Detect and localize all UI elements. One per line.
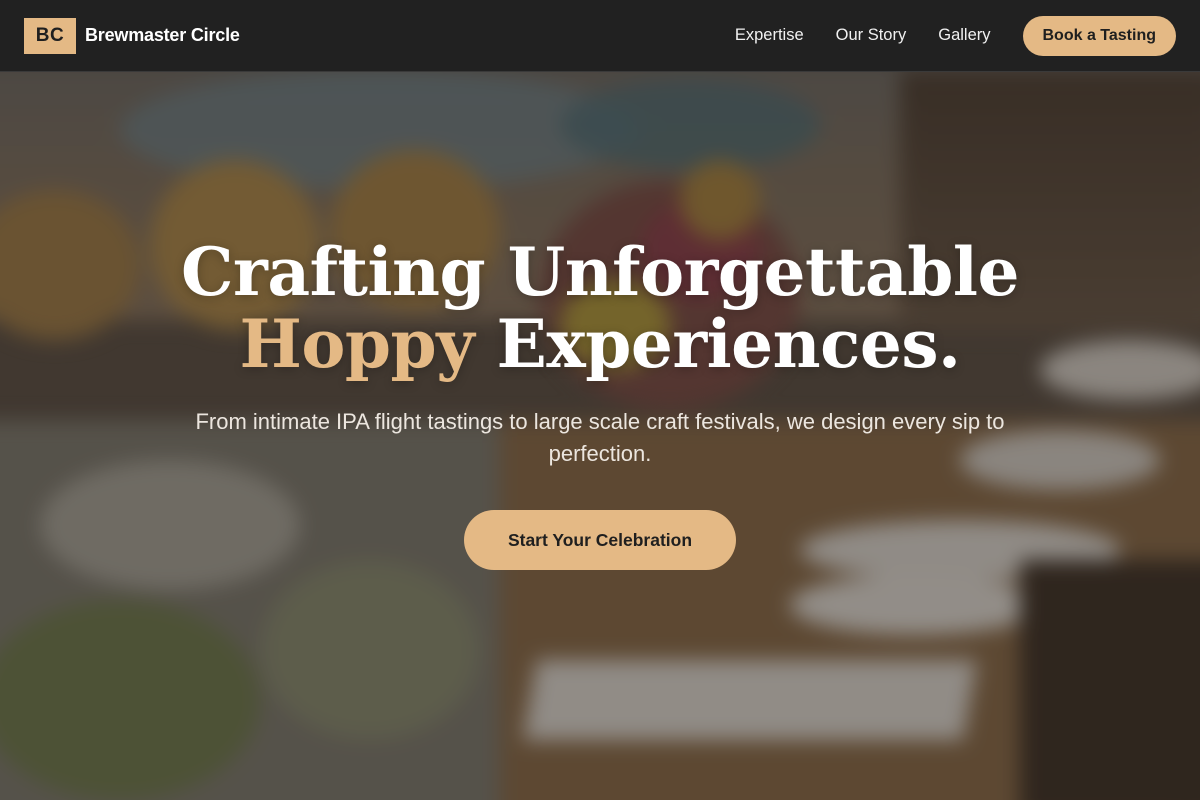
logo-badge[interactable]: BC	[24, 17, 76, 54]
brand-name[interactable]: Brewmaster Circle	[85, 25, 240, 46]
hero-title-accent: Hoppy	[239, 305, 475, 383]
main-nav: Expertise Our Story Gallery Book a Tasti…	[735, 15, 1176, 56]
site-header: BC Brewmaster Circle Expertise Our Story…	[0, 0, 1200, 72]
nav-link-expertise[interactable]: Expertise	[735, 26, 804, 45]
hero-subtitle: From intimate IPA flight tastings to lar…	[195, 409, 1005, 466]
hero-title-line2: Experiences.	[474, 305, 961, 383]
nav-link-gallery[interactable]: Gallery	[938, 26, 990, 45]
start-celebration-button[interactable]: Start Your Celebration	[464, 510, 736, 570]
book-tasting-button[interactable]: Book a Tasting	[1022, 15, 1176, 56]
hero-title: Crafting Unforgettable Hoppy Experiences…	[0, 236, 1200, 380]
hero-section: Crafting Unforgettable Hoppy Experiences…	[0, 236, 1200, 570]
nav-link-our-story[interactable]: Our Story	[836, 26, 907, 45]
hero-title-line1: Crafting Unforgettable	[181, 233, 1019, 311]
